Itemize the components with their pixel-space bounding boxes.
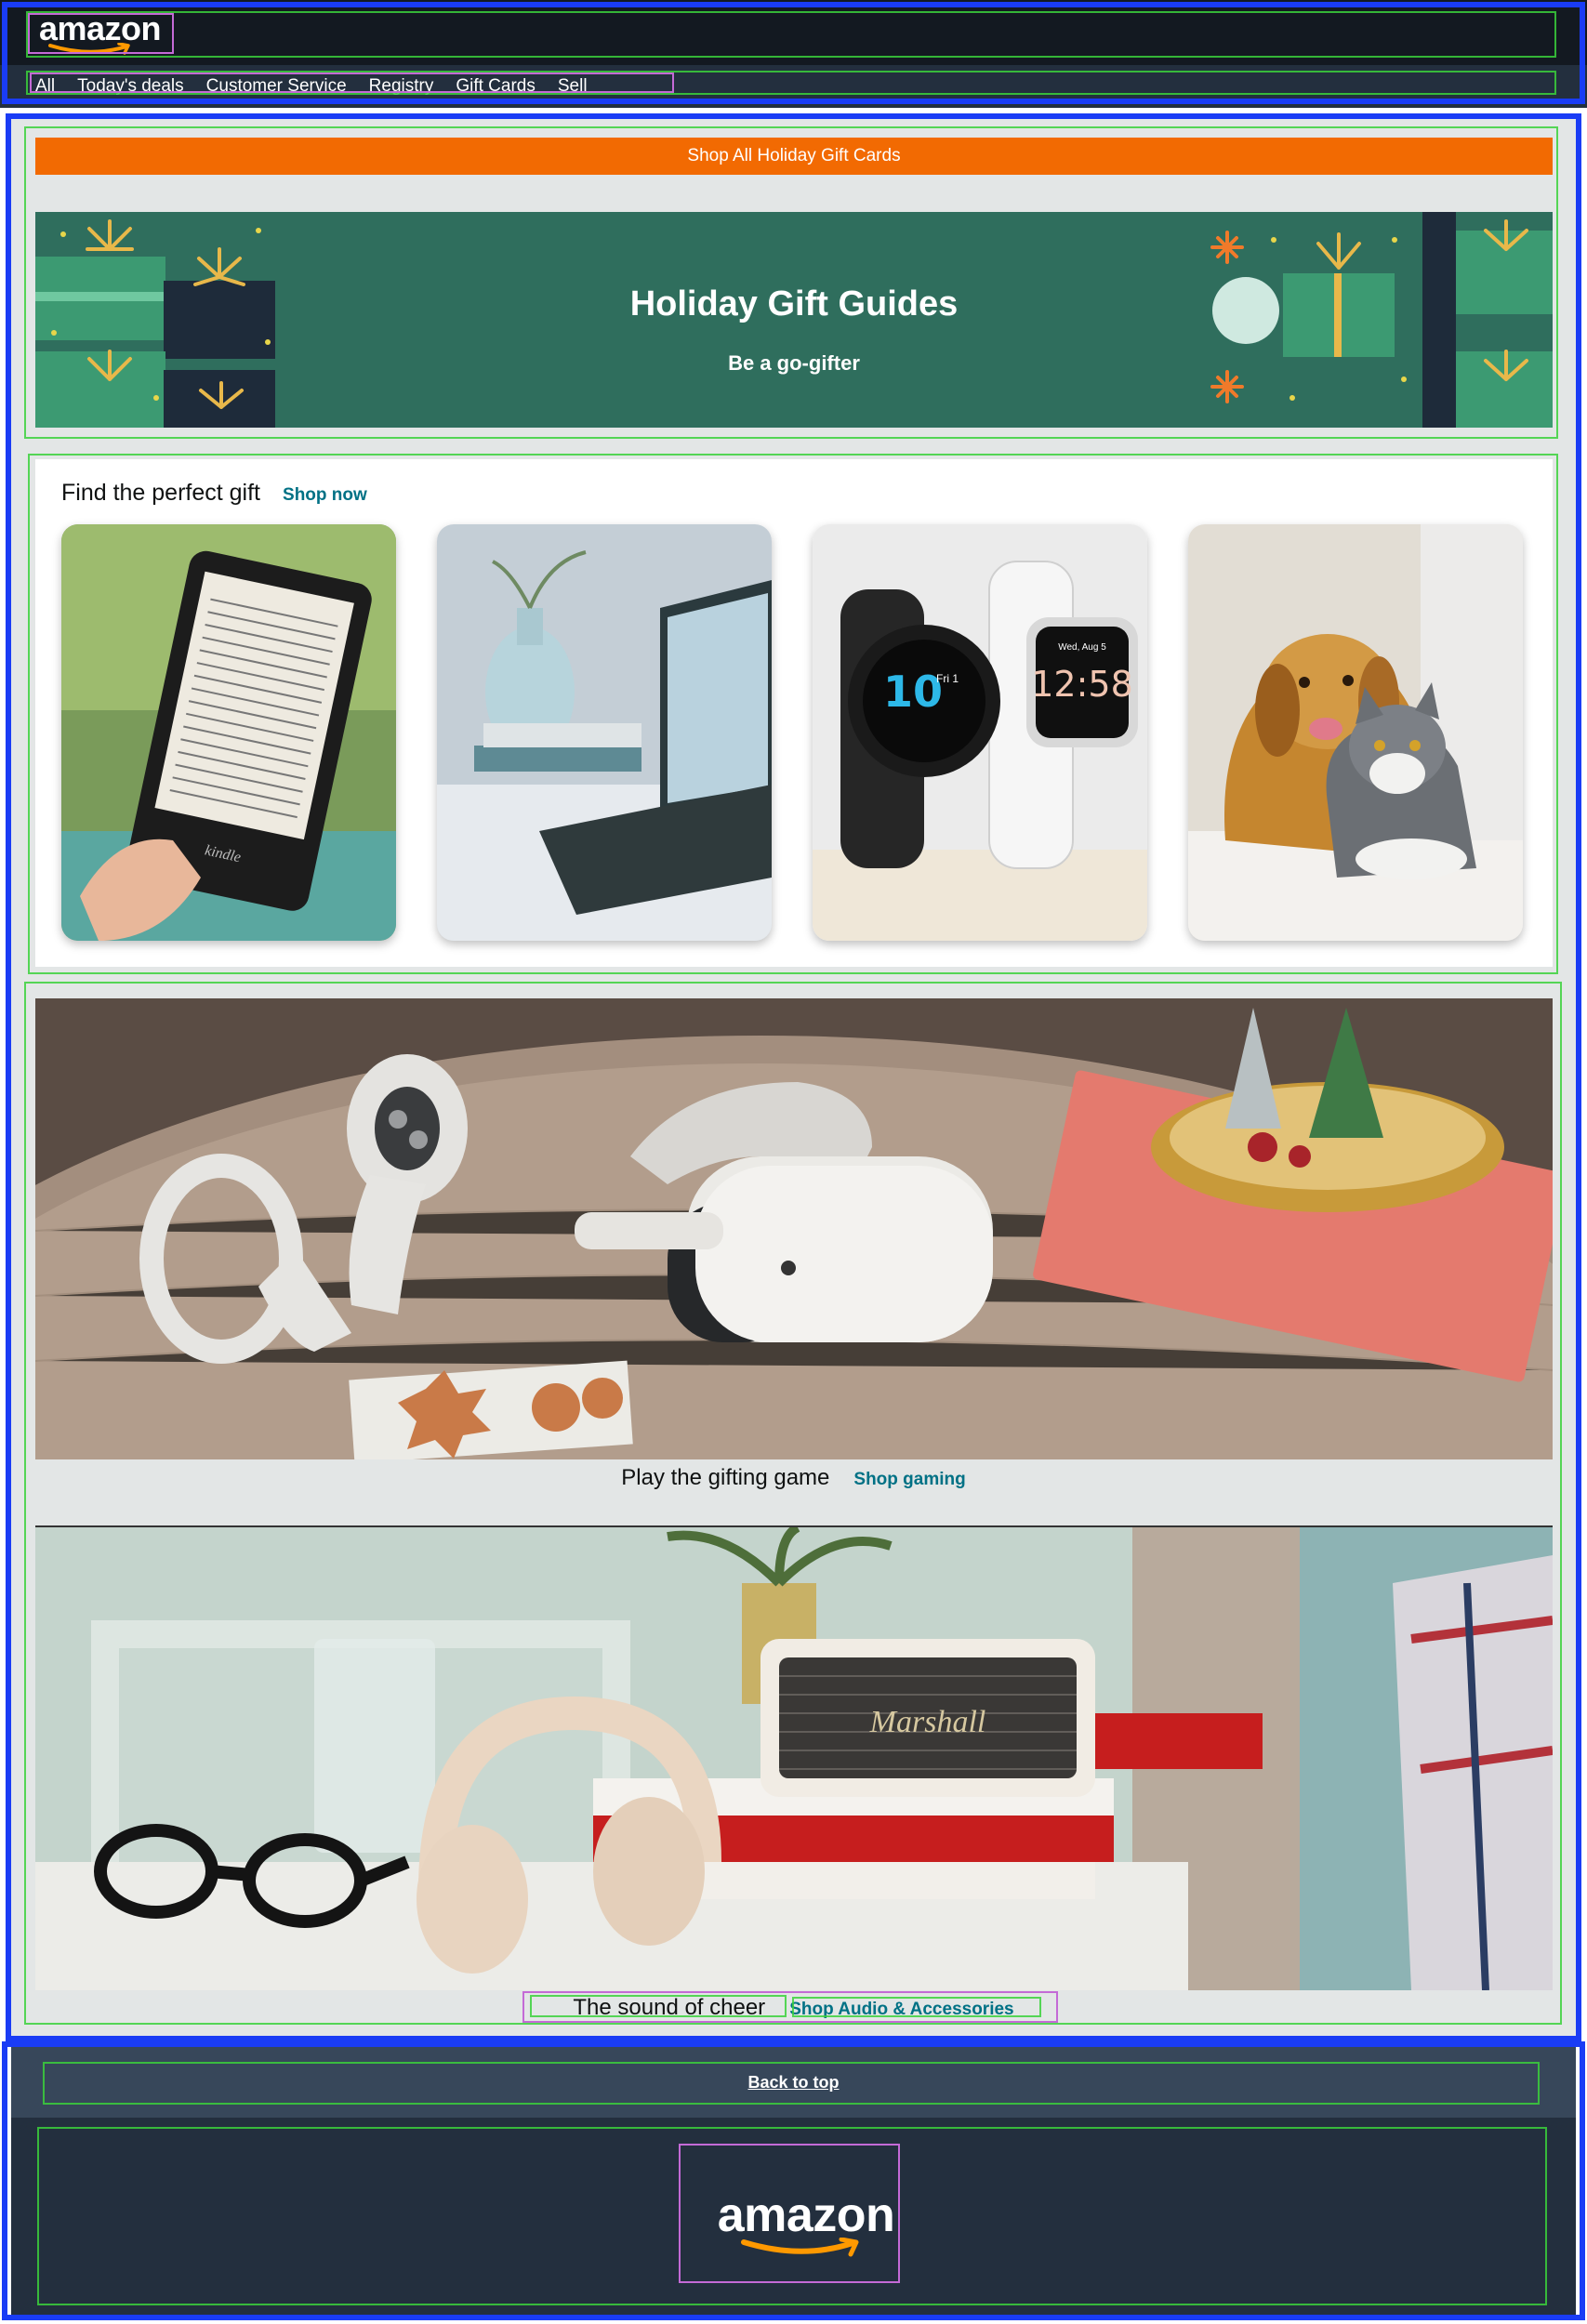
nav-bar: All Today's deals Customer Service Regis…	[0, 65, 1587, 108]
watch2-date: Wed, Aug 5	[1058, 642, 1106, 653]
top-bar: amazon	[0, 0, 1587, 65]
watch2-time: 12:58	[1031, 664, 1133, 705]
kindle-tile[interactable]: kindle	[61, 524, 396, 941]
shop-gaming-link[interactable]: Shop gaming	[853, 1470, 965, 1490]
smartwatch-tile[interactable]: 12:58 Wed, Aug 5 10 Fri 1	[813, 524, 1147, 941]
site-footer: amazon	[11, 2118, 1576, 2317]
vr-headset-image	[35, 998, 1553, 1459]
back-to-top-link[interactable]: Back to top	[747, 2073, 839, 2093]
smartwatches-image: 12:58 Wed, Aug 5 10 Fri 1	[813, 524, 1147, 941]
laptop-tile[interactable]	[437, 524, 772, 941]
nav-gift-cards[interactable]: Gift Cards	[456, 76, 536, 97]
audio-caption: The sound of cheer Shop Audio & Accessor…	[0, 1995, 1587, 2021]
gift-finder-card: Find the perfect gift Shop now kindle 12…	[35, 459, 1553, 967]
laptop-desk-image	[437, 524, 772, 941]
gaming-title: Play the gifting game	[621, 1465, 830, 1490]
shop-gift-cards-button[interactable]: Shop All Holiday Gift Cards	[35, 138, 1553, 175]
dog-and-cat-image	[1188, 524, 1523, 941]
amazon-logo[interactable]: amazon	[32, 9, 171, 55]
kindle-ereader-image: kindle	[61, 524, 396, 941]
nav-registry[interactable]: Registry	[369, 76, 434, 97]
nav-todays-deals[interactable]: Today's deals	[77, 76, 184, 97]
footer-logo-text: amazon	[717, 2188, 895, 2242]
audio-title: The sound of cheer	[573, 1995, 766, 2020]
shop-audio-link[interactable]: Shop Audio & Accessories	[789, 2000, 1013, 2020]
gift-finder-header: Find the perfect gift Shop now	[61, 480, 367, 507]
headphones-speaker-image: Marshall	[35, 1527, 1553, 1990]
gaming-banner[interactable]	[35, 998, 1553, 1459]
nav-customer-service[interactable]: Customer Service	[206, 76, 347, 97]
hero-subtitle: Be a go-gifter	[728, 351, 860, 375]
hero-title: Holiday Gift Guides	[629, 284, 959, 324]
pets-tile[interactable]	[1188, 524, 1523, 941]
watch1-date: Fri 1	[936, 672, 959, 685]
speaker-brand: Marshall	[869, 1705, 986, 1739]
back-to-top-bar: Back to top	[11, 2047, 1576, 2118]
gift-finder-title: Find the perfect gift	[61, 480, 261, 506]
watch1-time: 10	[883, 667, 943, 717]
shop-now-link[interactable]: Shop now	[283, 485, 367, 506]
smile-arrow-icon	[741, 2238, 859, 2257]
footer-amazon-logo[interactable]: amazon	[704, 2187, 908, 2271]
nav-all[interactable]: All	[35, 76, 55, 97]
holiday-hero-banner[interactable]: Holiday Gift Guides Be a go-gifter	[35, 212, 1553, 428]
smile-arrow-icon	[48, 43, 130, 55]
gaming-caption: Play the gifting game Shop gaming	[0, 1465, 1587, 1491]
site-header: amazon All Today's deals Customer Servic…	[0, 0, 1587, 108]
audio-banner[interactable]: Marshall	[35, 1527, 1553, 1990]
nav-sell[interactable]: Sell	[558, 76, 588, 97]
